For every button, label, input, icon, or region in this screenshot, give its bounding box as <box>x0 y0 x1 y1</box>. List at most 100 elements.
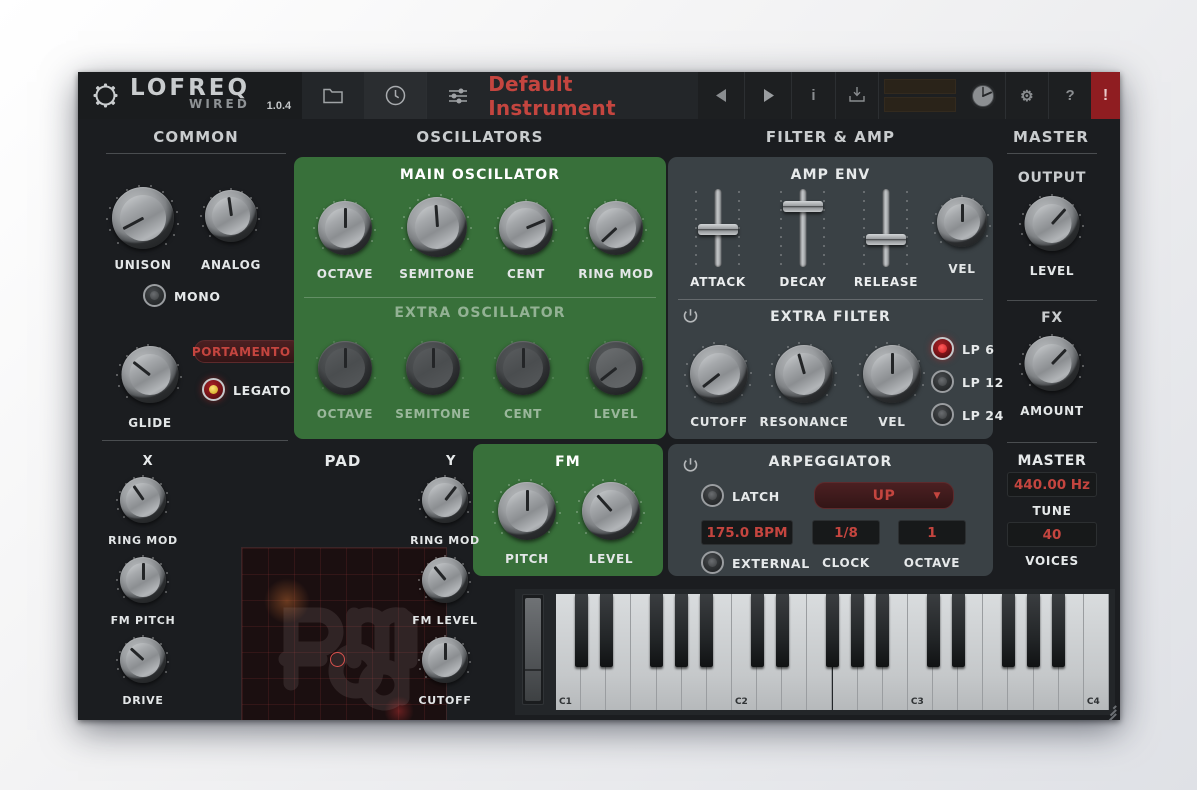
filter-divider <box>678 299 983 300</box>
mono-toggle[interactable] <box>143 284 166 307</box>
section-header-bar: COMMON OSCILLATORS FILTER & AMP MASTER <box>78 119 1120 160</box>
info-button[interactable]: i <box>792 72 835 119</box>
piano-keyboard[interactable]: C1 C2 C3 C4 <box>556 594 1109 710</box>
master-fx-title: FX <box>1041 310 1063 326</box>
piano-black-key[interactable] <box>599 594 613 667</box>
piano-black-key[interactable] <box>650 594 664 667</box>
knob-label: LEVEL <box>588 552 634 566</box>
piano-black-key[interactable] <box>750 594 764 667</box>
tuner-knob[interactable] <box>960 72 1005 119</box>
arpeggiator-title: ARPEGGIATOR <box>768 454 893 470</box>
prev-preset-button[interactable] <box>698 72 745 119</box>
piano-black-key[interactable] <box>826 594 839 667</box>
clock-icon <box>385 85 406 106</box>
section-title-filter-amp: FILTER & AMP <box>765 128 896 146</box>
help-button[interactable]: ? <box>1048 72 1092 119</box>
mono-label: MONO <box>174 289 221 304</box>
section-title-common: COMMON <box>153 128 239 146</box>
arp-tempo-field[interactable]: 175.0 BPM <box>701 520 793 545</box>
filter-slope-lp12-radio[interactable] <box>931 370 954 393</box>
filter-slope-lp6-radio[interactable] <box>931 337 954 360</box>
arp-octave-field[interactable]: 1 <box>898 520 966 545</box>
arp-latch-label: LATCH <box>732 489 780 504</box>
octave-marker: C4 <box>1086 697 1100 707</box>
mod-wheel[interactable] <box>522 594 544 705</box>
arp-external-toggle[interactable] <box>701 551 724 574</box>
slider-release[interactable]: RELEASE <box>848 189 924 294</box>
piano-black-key[interactable] <box>951 594 965 667</box>
chevron-down-icon: ▼ <box>933 490 941 501</box>
arpeggiator-panel: ARPEGGIATOR LATCH UP ▼ 175.0 BPM 1/8 1 E… <box>668 444 993 576</box>
filter-amp-panel: AMP ENV ATTACK DECAY RELEASE VEL EXTRA F… <box>668 157 1003 439</box>
header-rule <box>1007 153 1097 154</box>
arp-octave-label: OCTAVE <box>903 556 961 570</box>
legato-toggle[interactable] <box>202 378 225 401</box>
header-rule <box>106 153 286 154</box>
folder-icon <box>323 87 343 104</box>
master-rule <box>1007 300 1097 301</box>
piano-black-key[interactable] <box>1052 594 1066 667</box>
browse-button[interactable] <box>302 72 364 119</box>
clock-button[interactable] <box>364 72 426 119</box>
meter-bar-right <box>883 97 956 112</box>
pad-y-title: Y <box>445 454 457 469</box>
arp-mode-dropdown[interactable]: UP ▼ <box>814 482 954 509</box>
section-title-oscillators: OSCILLATORS <box>416 128 544 146</box>
desktop-background: LOFREQ WIRED 1.0.4 Default Instrument i … <box>0 0 1197 790</box>
next-preset-button[interactable] <box>745 72 792 119</box>
common-bottom-rule <box>102 440 288 441</box>
piano-black-key[interactable] <box>876 594 890 667</box>
pad-x-title: X <box>142 454 154 469</box>
oscillators-panel: MAIN OSCILLATOR OCTAVE SEMITONE CENT RIN… <box>294 157 666 439</box>
piano-black-key[interactable] <box>700 594 714 667</box>
mixer-button[interactable] <box>426 72 489 119</box>
octave-marker: C3 <box>910 697 924 707</box>
knob-label: CUTOFF <box>418 694 472 707</box>
cog-outline-icon <box>92 82 119 109</box>
extra-filter-title: EXTRA FILTER <box>770 309 891 325</box>
knob-label: GLIDE <box>128 416 172 430</box>
master-tune-field[interactable]: 440.00 Hz <box>1007 472 1097 497</box>
brand-line-1: LOFREQ <box>130 74 251 101</box>
master-voices-field[interactable]: 40 <box>1007 522 1097 547</box>
piano-black-key[interactable] <box>851 594 865 667</box>
piano-black-key[interactable] <box>1027 594 1041 667</box>
brand-logo: LOFREQ WIRED 1.0.4 <box>78 72 303 119</box>
octave-marker: C1 <box>559 697 572 707</box>
sliders-icon <box>448 87 468 105</box>
save-download-icon <box>848 85 866 107</box>
main-oscillator-title: MAIN OSCILLATOR <box>399 167 561 183</box>
settings-button[interactable]: ⚙ <box>1005 72 1048 119</box>
amp-env-title: AMP ENV <box>790 167 871 183</box>
knob-label: FM LEVEL <box>412 614 478 627</box>
pad-cursor[interactable] <box>330 652 345 667</box>
master-rule <box>1007 442 1097 443</box>
portamento-dropdown[interactable]: PORTAMENTO ▼ <box>192 340 304 363</box>
panic-button[interactable]: ! <box>1091 72 1120 119</box>
master-voices-label: VOICES <box>1025 554 1079 568</box>
fm-panel: FM PITCH LEVEL <box>473 444 663 576</box>
filter-slope-lp12-label: LP 12 <box>962 375 1004 390</box>
oscillator-divider <box>304 297 656 298</box>
arp-external-label: EXTERNAL <box>732 556 810 571</box>
piano-white-key[interactable] <box>1083 594 1109 710</box>
piano-black-key[interactable] <box>675 594 689 667</box>
piano-black-key[interactable] <box>574 594 588 667</box>
arp-clock-label: CLOCK <box>822 556 870 570</box>
piano-black-key[interactable] <box>1001 594 1015 667</box>
meter-bar-left <box>883 79 956 94</box>
save-button[interactable] <box>835 72 878 119</box>
preset-name-display[interactable]: Default Instrument <box>488 72 699 120</box>
piano-black-key[interactable] <box>775 594 789 667</box>
slider-label: RELEASE <box>853 275 919 289</box>
knob-label: RING MOD <box>410 534 480 547</box>
section-title-master: MASTER <box>1013 128 1089 146</box>
mod-wheel-grip <box>525 598 541 701</box>
master-output-title: OUTPUT <box>1017 170 1087 186</box>
filter-slope-lp24-radio[interactable] <box>931 403 954 426</box>
piano-black-key[interactable] <box>926 594 940 667</box>
resize-grip[interactable] <box>1102 702 1117 720</box>
arp-clock-field[interactable]: 1/8 <box>812 520 880 545</box>
arp-latch-toggle[interactable] <box>701 484 724 507</box>
fm-title: FM <box>555 454 581 470</box>
